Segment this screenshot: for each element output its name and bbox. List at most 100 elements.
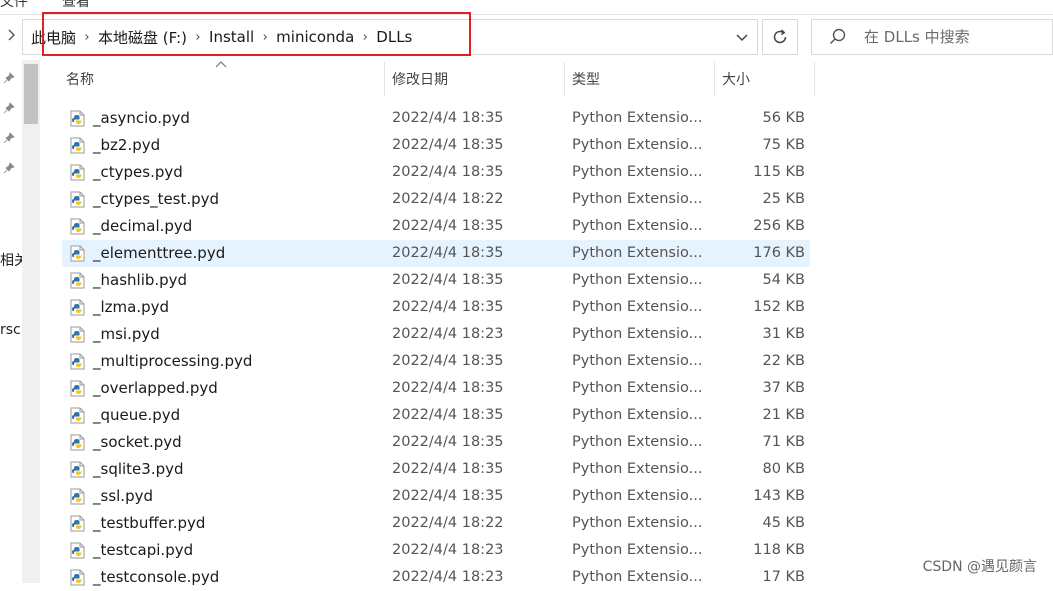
file-name: _queue.pyd: [93, 406, 181, 424]
search-input[interactable]: [862, 27, 1036, 47]
file-name: _multiprocessing.pyd: [93, 352, 253, 370]
column-divider[interactable]: [384, 62, 385, 96]
file-row[interactable]: _msi.pyd 2022/4/4 18:23 Python Extensio.…: [62, 321, 810, 348]
file-type: Python Extensio...: [572, 326, 703, 342]
file-modified-date: 2022/4/4 18:35: [392, 434, 504, 450]
column-header-date[interactable]: 修改日期: [392, 62, 564, 96]
file-type: Python Extensio...: [572, 515, 703, 531]
nav-item-label[interactable]: rsc: [0, 322, 21, 338]
breadcrumb-item-miniconda[interactable]: miniconda: [272, 28, 358, 46]
file-size: 37 KB: [762, 380, 805, 396]
address-bar[interactable]: 此电脑 › 本地磁盘 (F:) › Install › miniconda › …: [22, 19, 758, 55]
python-file-icon: [70, 218, 86, 235]
file-size: 31 KB: [762, 326, 805, 342]
pin-icon[interactable]: [3, 72, 15, 84]
column-header-name[interactable]: 名称: [66, 62, 384, 96]
python-file-icon: [70, 164, 86, 181]
column-divider[interactable]: [564, 62, 565, 96]
file-modified-date: 2022/4/4 18:35: [392, 245, 504, 261]
file-type: Python Extensio...: [572, 272, 703, 288]
file-row[interactable]: _asyncio.pyd 2022/4/4 18:35 Python Exten…: [62, 105, 810, 132]
file-type: Python Extensio...: [572, 353, 703, 369]
recent-locations-chevron-icon[interactable]: [6, 28, 20, 48]
search-box[interactable]: [811, 19, 1053, 55]
file-size: 118 KB: [753, 542, 805, 558]
file-row[interactable]: _lzma.pyd 2022/4/4 18:35 Python Extensio…: [62, 294, 810, 321]
breadcrumb-item-this-pc[interactable]: 此电脑: [27, 27, 80, 48]
column-divider[interactable]: [714, 62, 715, 96]
file-name: _asyncio.pyd: [93, 109, 190, 127]
file-modified-date: 2022/4/4 18:23: [392, 569, 504, 585]
file-modified-date: 2022/4/4 18:23: [392, 326, 504, 342]
file-name: _ctypes_test.pyd: [93, 190, 220, 208]
file-size: 75 KB: [762, 137, 805, 153]
chevron-right-icon[interactable]: ›: [358, 30, 372, 45]
file-row[interactable]: _decimal.pyd 2022/4/4 18:35 Python Exten…: [62, 213, 810, 240]
python-file-icon: [70, 110, 86, 127]
file-row[interactable]: _hashlib.pyd 2022/4/4 18:35 Python Exten…: [62, 267, 810, 294]
file-modified-date: 2022/4/4 18:23: [392, 542, 504, 558]
column-header-size[interactable]: 大小: [722, 62, 814, 96]
file-row[interactable]: _multiprocessing.pyd 2022/4/4 18:35 Pyth…: [62, 348, 810, 375]
python-file-icon: [70, 569, 86, 586]
chevron-right-icon[interactable]: ›: [191, 30, 205, 45]
file-size: 256 KB: [753, 218, 805, 234]
breadcrumb-item-dlls[interactable]: DLLs: [372, 28, 416, 46]
file-name: _decimal.pyd: [93, 217, 193, 235]
file-row[interactable]: _ssl.pyd 2022/4/4 18:35 Python Extensio.…: [62, 483, 810, 510]
file-name: _testconsole.pyd: [93, 568, 220, 586]
file-row[interactable]: _bz2.pyd 2022/4/4 18:35 Python Extensio.…: [62, 132, 810, 159]
file-type: Python Extensio...: [572, 380, 703, 396]
file-size: 115 KB: [753, 164, 805, 180]
chevron-right-icon[interactable]: ›: [80, 30, 94, 45]
python-file-icon: [70, 488, 86, 505]
file-size: 25 KB: [762, 191, 805, 207]
file-size: 45 KB: [762, 515, 805, 531]
file-row[interactable]: _testcapi.pyd 2022/4/4 18:23 Python Exte…: [62, 537, 810, 564]
file-name: _elementtree.pyd: [93, 244, 226, 262]
file-type: Python Extensio...: [572, 542, 703, 558]
file-name: _sqlite3.pyd: [93, 460, 184, 478]
ribbon-tab-view[interactable]: 查看: [62, 0, 90, 11]
file-name: _hashlib.pyd: [93, 271, 188, 289]
file-row[interactable]: _overlapped.pyd 2022/4/4 18:35 Python Ex…: [62, 375, 810, 402]
file-modified-date: 2022/4/4 18:22: [392, 191, 504, 207]
python-file-icon: [70, 191, 86, 208]
nav-scrollbar[interactable]: [22, 60, 40, 583]
breadcrumb-item-drive[interactable]: 本地磁盘 (F:): [94, 27, 191, 48]
nav-scrollbar-thumb[interactable]: [24, 64, 38, 124]
chevron-down-icon[interactable]: [735, 29, 749, 43]
file-row[interactable]: _testconsole.pyd 2022/4/4 18:23 Python E…: [62, 564, 810, 591]
chevron-right-icon[interactable]: ›: [258, 30, 272, 45]
file-name: _socket.pyd: [93, 433, 182, 451]
file-type: Python Extensio...: [572, 488, 703, 504]
file-row[interactable]: _socket.pyd 2022/4/4 18:35 Python Extens…: [62, 429, 810, 456]
file-row[interactable]: _sqlite3.pyd 2022/4/4 18:35 Python Exten…: [62, 456, 810, 483]
column-divider[interactable]: [814, 62, 815, 96]
file-row[interactable]: _testbuffer.pyd 2022/4/4 18:22 Python Ex…: [62, 510, 810, 537]
file-type: Python Extensio...: [572, 434, 703, 450]
pin-icon[interactable]: [3, 162, 15, 174]
file-row[interactable]: _elementtree.pyd 2022/4/4 18:35 Python E…: [62, 240, 810, 267]
python-file-icon: [70, 353, 86, 370]
file-row[interactable]: _ctypes.pyd 2022/4/4 18:35 Python Extens…: [62, 159, 810, 186]
file-type: Python Extensio...: [572, 299, 703, 315]
file-size: 143 KB: [753, 488, 805, 504]
python-file-icon: [70, 137, 86, 154]
file-size: 152 KB: [753, 299, 805, 315]
refresh-button[interactable]: [762, 19, 798, 55]
file-modified-date: 2022/4/4 18:35: [392, 461, 504, 477]
watermark: CSDN @遇见颜言: [922, 559, 1037, 575]
file-name: _overlapped.pyd: [93, 379, 218, 397]
pin-icon[interactable]: [3, 102, 15, 114]
column-header-type[interactable]: 类型: [572, 62, 714, 96]
breadcrumb-item-install[interactable]: Install: [205, 28, 258, 46]
file-row[interactable]: _ctypes_test.pyd 2022/4/4 18:22 Python E…: [62, 186, 810, 213]
ribbon-tab-file[interactable]: 文件: [0, 0, 28, 11]
file-name: _ctypes.pyd: [93, 163, 183, 181]
file-modified-date: 2022/4/4 18:35: [392, 272, 504, 288]
file-row[interactable]: _queue.pyd 2022/4/4 18:35 Python Extensi…: [62, 402, 810, 429]
pin-icon[interactable]: [3, 132, 15, 144]
file-name: _ssl.pyd: [93, 487, 153, 505]
refresh-icon: [773, 29, 787, 44]
